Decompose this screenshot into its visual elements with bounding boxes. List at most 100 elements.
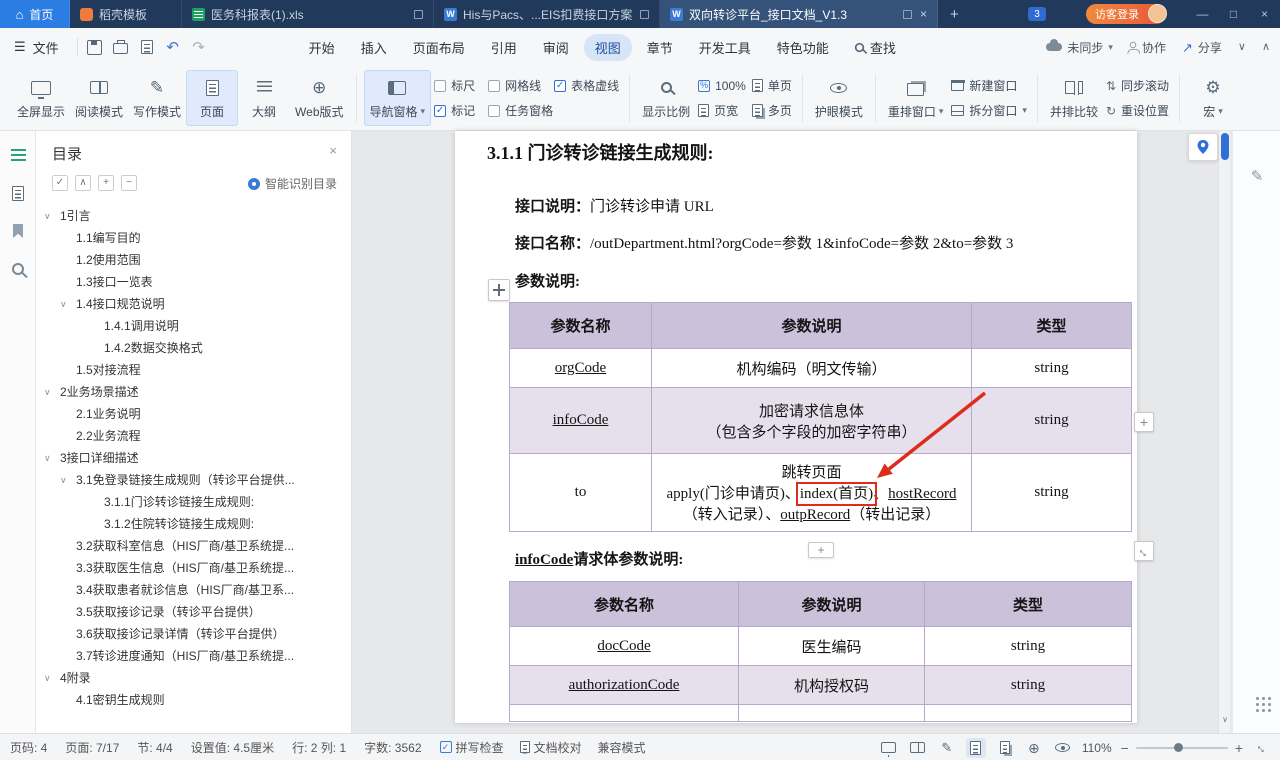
chevron-down-icon[interactable]: ∨ [44,381,51,403]
spell-check-button[interactable]: ✓ 拼写检查 [439,739,504,756]
page-width-button[interactable]: 页宽 [698,100,746,121]
toc-item[interactable]: 3.2获取科室信息（HIS厂商/基卫系统提... [36,535,351,557]
fullscreen-view-button[interactable]: 全屏显示 [12,70,70,126]
page-view-button[interactable]: 页面 [186,70,239,126]
toc-panel-button[interactable] [8,145,28,165]
share-button[interactable]: ↗ 分享 [1182,39,1222,56]
chevron-down-icon[interactable]: ∨ [44,667,51,689]
toc-item[interactable]: 3.6获取接诊记录详情（转诊平台提供） [36,623,351,645]
menu-section[interactable]: 章节 [636,34,684,61]
toc-item[interactable]: 3.5获取接诊记录（转诊平台提供） [36,601,351,623]
web-layout-button[interactable]: ⊕ Web版式 [290,70,348,126]
toc-item[interactable]: 3.7转诊进度通知（HIS厂商/基卫系统提... [36,645,351,667]
proofread-button[interactable]: 文档校对 [519,739,582,756]
macro-button[interactable]: ⚙ 宏 ▾ [1187,70,1239,126]
gridlines-checkbox[interactable]: 网格线 [488,77,541,94]
menu-view[interactable]: 视图 [583,33,632,61]
toc-item[interactable]: 3.4获取患者就诊信息（HIS厂商/基卫系... [36,579,351,601]
apps-grid-button[interactable] [1233,697,1280,700]
outline-panel-button[interactable] [8,183,28,203]
zoom-100-button[interactable]: % 100% [698,75,746,96]
write-mode-button[interactable]: ✎ 写作模式 [128,70,186,126]
toc-item[interactable]: 1.5对接流程 [36,359,351,381]
fullscreen-toggle[interactable]: ↔ [1252,738,1272,758]
fit-page-button[interactable] [879,738,899,758]
zoom-slider-thumb[interactable] [1173,742,1183,752]
bookmark-panel-button[interactable] [8,221,28,241]
guest-login-button[interactable]: 访客登录 [1086,4,1167,24]
minimize-button[interactable]: — [1187,0,1218,28]
tab-spreadsheet-document[interactable]: 医务科报表(1).xls [182,0,434,28]
nav-pane-button[interactable]: 导航窗格 ▾ [363,70,432,126]
chevron-down-icon[interactable]: ∨ [44,205,51,227]
vertical-scrollbar[interactable]: ∨ [1218,131,1230,733]
table-resize-button[interactable]: ↔ [1134,541,1154,561]
tab-home[interactable]: ⌂ 首页 [0,0,70,28]
menu-review[interactable]: 审阅 [532,34,580,61]
toc-item[interactable]: ∨ 2业务场景描述 [36,381,351,403]
menu-special-features[interactable]: 特色功能 [766,34,840,61]
zoom-percentage[interactable]: 110% [1082,741,1112,755]
toc-item[interactable]: ∨ 3.1免登录链接生成规则（转诊平台提供... [36,469,351,491]
multi-page-toggle[interactable] [995,738,1015,758]
reset-position-button[interactable]: ↻ 重设位置 [1106,100,1169,121]
eye-protect-button[interactable]: 护眼模式 [810,70,868,126]
toc-item[interactable]: 3.3获取医生信息（HIS厂商/基卫系统提... [36,557,351,579]
read-mode-button[interactable]: 阅读模式 [70,70,128,126]
zoom-out-button[interactable]: − [1121,741,1129,755]
tab-pin-icon[interactable] [414,9,423,19]
toc-item[interactable]: ∨ 1.4接口规范说明 [36,293,351,315]
tab-close-icon[interactable]: × [918,7,927,21]
collapse-level-button[interactable]: − [121,175,137,191]
toc-item[interactable]: 2.1业务说明 [36,403,351,425]
toc-item[interactable]: 4.1密钥生成规则 [36,689,351,711]
maximize-button[interactable]: □ [1218,0,1249,28]
tab-word-document[interactable]: W His与Pacs、...EIS扣费接口方案 [434,0,660,28]
outline-view-button[interactable]: 大纲 [238,70,290,126]
menu-dev-tools[interactable]: 开发工具 [688,34,762,61]
file-menu-button[interactable]: ☰ 文件 [0,28,73,66]
tab-pin-icon[interactable] [640,9,649,19]
chevron-down-icon[interactable]: ∨ [44,447,51,469]
close-button[interactable]: × [1249,0,1280,28]
status-word-count[interactable]: 字数: 3562 [364,739,421,756]
scrollbar-thumb[interactable] [1221,133,1229,160]
eye-protect-toggle[interactable] [1053,738,1073,758]
toc-item[interactable]: ∨ 4附录 [36,667,351,689]
tab-pin-icon[interactable] [902,9,912,19]
chevron-down-icon[interactable]: ∨ [60,469,67,491]
insert-row-button[interactable]: + [1134,412,1154,432]
split-window-button[interactable]: 拆分窗口 ▾ [951,100,1027,121]
new-window-button[interactable]: 新建窗口 [950,75,1027,96]
chevron-down-icon[interactable]: ∨ [60,293,67,315]
zoom-in-button[interactable]: + [1235,741,1243,755]
toc-item[interactable]: 3.1.2住院转诊链接生成规则: [36,513,351,535]
undo-button[interactable]: ↶ [161,35,185,59]
task-pane-checkbox[interactable]: 任务窗格 [488,102,553,119]
table-move-handle[interactable] [488,279,510,301]
toc-item[interactable]: ∨ 3接口详细描述 [36,447,351,469]
page-view-toggle[interactable] [965,737,986,758]
redo-button[interactable]: ↷ [187,35,211,59]
single-page-button[interactable]: 单页 [751,75,792,96]
chevron-down-icon[interactable]: ∨ [1238,41,1246,53]
marks-checkbox[interactable]: ✓ 标记 [434,102,475,119]
smart-toc-button[interactable]: 智能识别目录 [247,175,337,192]
compatibility-mode-label[interactable]: 兼容模式 [598,739,646,756]
insert-column-button[interactable]: + [808,542,834,558]
toc-item[interactable]: 1.3接口一览表 [36,271,351,293]
document-page[interactable]: 3.1.1 门诊转诊链接生成规则: 接口说明：门诊转诊申请 URL 接口名称：/… [455,131,1137,723]
select-headings-button[interactable]: ✓ [52,175,68,191]
menu-start[interactable]: 开始 [298,34,346,61]
menu-insert[interactable]: 插入 [350,34,398,61]
read-mode-toggle[interactable] [908,738,928,758]
menu-page-layout[interactable]: 页面布局 [402,34,476,61]
save-button[interactable] [83,35,107,59]
print-button[interactable] [109,35,133,59]
new-tab-button[interactable]: + [938,0,971,28]
multi-page-button[interactable]: 多页 [751,100,792,121]
ink-annotate-button[interactable]: ✎ [1233,167,1280,185]
scroll-down-icon[interactable]: ∨ [1219,715,1231,724]
position-pin-widget[interactable] [1188,133,1218,161]
table-gridlines-checkbox[interactable]: ✓ 表格虚线 [554,77,619,94]
